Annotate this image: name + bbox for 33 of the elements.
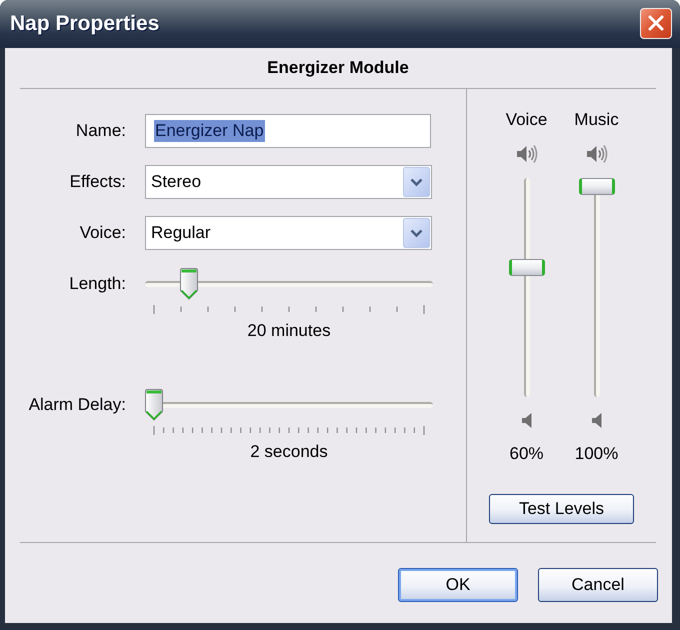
slider-track[interactable] — [578, 178, 614, 397]
close-button[interactable] — [640, 8, 672, 38]
slider-value-text: 20 minutes — [247, 321, 331, 341]
channel-label: Voice — [506, 111, 548, 129]
text-field[interactable]: Energizer Nap — [145, 114, 431, 148]
field-label: Effects: — [68, 172, 126, 192]
slider-value-text: 2 seconds — [250, 442, 328, 462]
field-label: Length: — [68, 274, 126, 294]
slider-thumb[interactable] — [508, 258, 544, 276]
speaker-waves-icon — [516, 144, 538, 164]
slider-track[interactable] — [145, 389, 433, 421]
field-label: Voice: — [78, 223, 126, 243]
dialog-button[interactable]: Cancel — [538, 568, 658, 602]
test-levels-button[interactable]: Test Levels — [489, 494, 634, 524]
slider-thumb[interactable] — [578, 178, 614, 195]
speaker-waves-icon — [586, 144, 608, 164]
dropdown[interactable]: Regular — [145, 216, 432, 250]
slider-track[interactable] — [508, 178, 544, 397]
slider-thumb[interactable] — [145, 389, 163, 421]
slider-thumb[interactable] — [180, 268, 198, 300]
dialog-button[interactable]: OK — [398, 568, 518, 602]
channel-label: Music — [574, 111, 619, 129]
speaker-icon — [592, 413, 602, 428]
speaker-icon — [522, 413, 532, 428]
field-label: Name: — [74, 121, 126, 141]
level-percent-text: 100% — [574, 445, 618, 463]
field-label: Alarm Delay: — [28, 395, 126, 415]
dropdown[interactable]: Stereo — [145, 165, 432, 199]
slider-track[interactable] — [145, 268, 433, 300]
section-heading: Energizer Module — [20, 48, 656, 89]
window-title: Nap Properties — [10, 12, 160, 36]
close-icon — [648, 15, 664, 31]
level-percent-text: 60% — [509, 445, 544, 463]
